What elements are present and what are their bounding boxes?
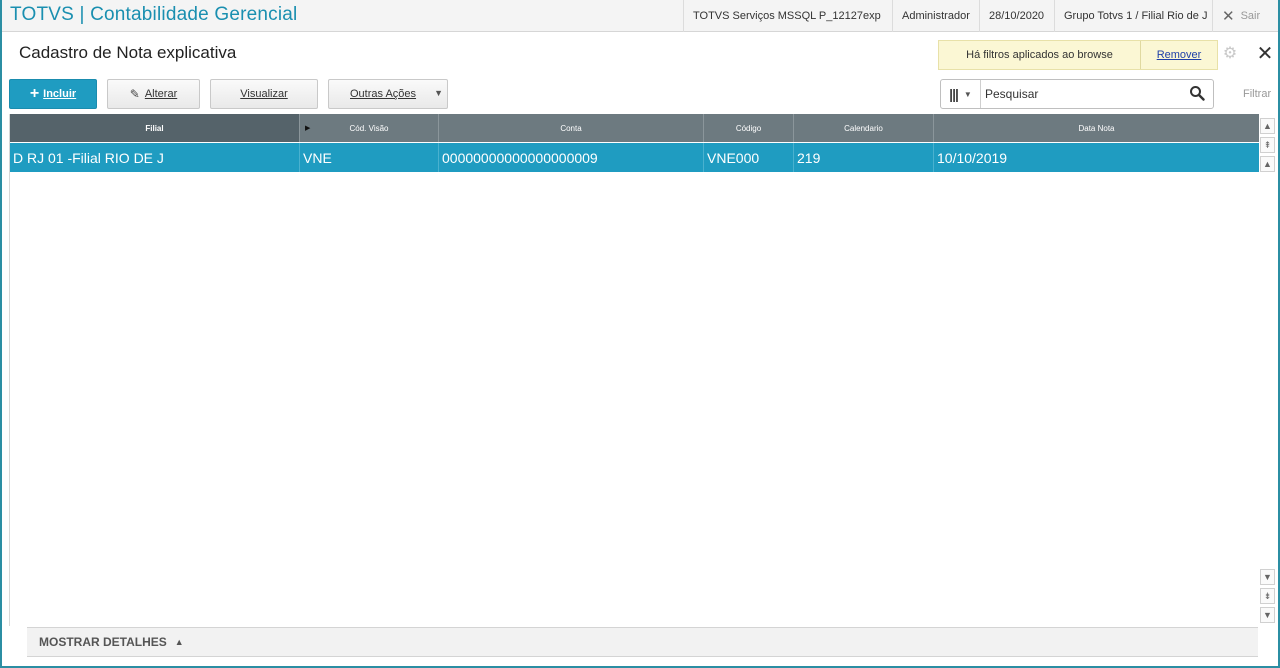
- column-header-cod-visao[interactable]: ▶ Cód. Visão: [300, 114, 439, 142]
- exit-button[interactable]: ✕ Sair: [1212, 0, 1278, 32]
- app-window: TOTVS | Contabilidade Gerencial TOTVS Se…: [0, 0, 1280, 668]
- column-header-codigo[interactable]: Código: [704, 114, 794, 142]
- include-label: Incluir: [43, 88, 77, 100]
- include-button[interactable]: + Incluir: [9, 79, 97, 109]
- show-details-bar[interactable]: MOSTRAR DETALHES ▲: [27, 627, 1258, 657]
- gear-icon[interactable]: ⚙: [1221, 45, 1239, 63]
- filter-notice: Há filtros aplicados ao browse Remover: [938, 40, 1218, 70]
- column-header-conta[interactable]: Conta: [439, 114, 704, 142]
- chevron-down-icon: ▼: [963, 89, 972, 99]
- remove-filter-link[interactable]: Remover: [1141, 49, 1217, 61]
- filter-notice-message: Há filtros aplicados ao browse: [939, 41, 1141, 69]
- other-actions-label: Outras Ações: [350, 88, 417, 100]
- edit-button[interactable]: ✎ Alterar: [107, 79, 200, 109]
- column-selector[interactable]: ||| ▼: [941, 80, 981, 108]
- page-title: Cadastro de Nota explicativa: [19, 43, 237, 62]
- sort-arrow-icon: ▶: [305, 125, 311, 132]
- scroll-bottom-icon[interactable]: ▼: [1260, 607, 1275, 623]
- cell-codigo: VNE000: [704, 143, 794, 172]
- plus-icon: +: [29, 85, 40, 102]
- column-header-filial[interactable]: Filial: [10, 114, 300, 142]
- table-row[interactable]: D RJ 01 -Filial RIO DE J VNE 00000000000…: [10, 143, 1259, 172]
- pencil-icon: ✎: [129, 87, 140, 101]
- close-icon[interactable]: ✕: [1254, 43, 1276, 65]
- top-bar: TOTVS | Contabilidade Gerencial TOTVS Se…: [2, 0, 1278, 32]
- search-box: ||| ▼: [940, 79, 1214, 109]
- scroll-down-icon[interactable]: ▼: [1260, 569, 1275, 585]
- chevron-up-icon: ▲: [174, 637, 184, 647]
- cell-calendario: 219: [794, 143, 934, 172]
- scroll-up-icon[interactable]: ▲: [1260, 156, 1275, 172]
- view-button[interactable]: Visualizar: [210, 79, 318, 109]
- app-title: TOTVS | Contabilidade Gerencial: [10, 4, 298, 25]
- environment-label: TOTVS Serviços MSSQL P_12127exp: [683, 0, 890, 32]
- cell-data-nota: 10/10/2019: [937, 149, 1008, 166]
- columns-icon: |||: [949, 86, 959, 102]
- date-label: 28/10/2020: [979, 0, 1053, 32]
- column-header-calendario[interactable]: Calendario: [794, 114, 934, 142]
- grid-header: Filial ▶ Cód. Visão Conta Código Calenda…: [10, 114, 1259, 142]
- column-header-label: Cód. Visão: [349, 123, 389, 133]
- cell-filial: D RJ 01 -Filial RIO DE J: [10, 143, 300, 172]
- scroll-page-down-icon[interactable]: ⇟: [1260, 588, 1275, 604]
- filter-button[interactable]: Filtrar: [1243, 88, 1271, 100]
- chevron-down-icon: ▼: [434, 88, 443, 98]
- cell-conta: 00000000000000000009: [439, 143, 704, 172]
- edit-label: Alterar: [144, 88, 178, 100]
- search-input[interactable]: [985, 86, 1185, 102]
- close-icon: ✕: [1222, 8, 1235, 25]
- branch-label[interactable]: Grupo Totvs 1 / Filial Rio de J: [1054, 0, 1216, 32]
- exit-label: Sair: [1240, 10, 1261, 22]
- show-details-label: MOSTRAR DETALHES: [39, 635, 167, 649]
- vertical-scrollbar[interactable]: ▲ ⇞ ▲ ▼ ⇟ ▼: [1259, 114, 1276, 626]
- scroll-page-up-icon[interactable]: ⇞: [1260, 137, 1275, 153]
- data-grid: Filial ▶ Cód. Visão Conta Código Calenda…: [9, 114, 1259, 626]
- view-label: Visualizar: [240, 88, 288, 100]
- user-label: Administrador: [892, 0, 979, 32]
- scroll-top-icon[interactable]: ▲: [1260, 118, 1275, 134]
- other-actions-button[interactable]: Outras Ações ▼: [328, 79, 448, 109]
- cell-cod-visao: VNE: [300, 143, 439, 172]
- column-header-data-nota[interactable]: Data Nota: [934, 114, 1259, 142]
- magnifier-icon[interactable]: [1189, 85, 1205, 101]
